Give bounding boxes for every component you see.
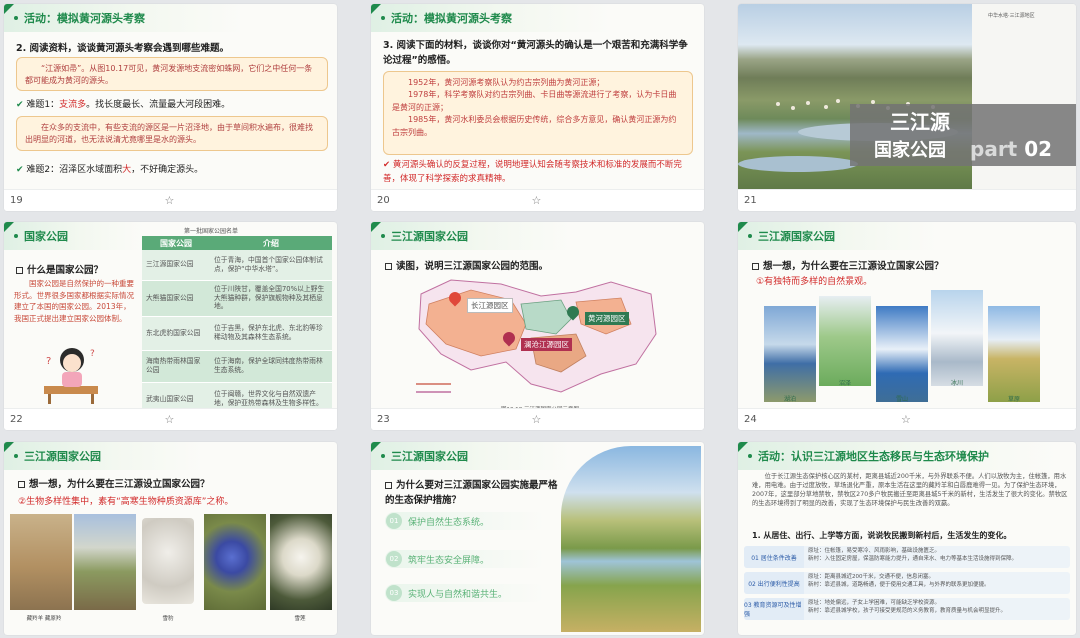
slide-number: 19 [10, 195, 23, 206]
photo-label: 草原 [1007, 396, 1020, 403]
slide-27[interactable]: 活动：认识三江源地区生态移民与生态环境保护 位于长江源生态保护核心区的某村，距离… [738, 442, 1076, 635]
checkbox-icon [385, 482, 392, 489]
table-row: 大熊猫国家公园 位于川陕甘，覆盖全国70%以上野生大熊猫种群，保护旗舰物种及其栖息… [142, 280, 332, 317]
photo-snow-lotus [270, 514, 332, 610]
photo-marsh [819, 296, 871, 386]
svg-text:?: ? [90, 349, 95, 359]
slide-number: 21 [744, 195, 757, 206]
answer: ①有独特而多样的自然景观。 [756, 277, 873, 287]
slide-24[interactable]: 三江源国家公园 想一想，为什么要在三江源设立国家公园？ ①有独特而多样的自然景观… [738, 222, 1076, 430]
photo-glacier [931, 290, 983, 386]
photo-snow-leopard [142, 518, 194, 604]
table-row: 东北虎豹国家公园 位于吉黑，保护东北虎、东北豹等珍稀动物及其森林生态系统。 [142, 316, 332, 351]
slide-number: 20 [377, 195, 390, 206]
checkbox-icon [18, 481, 25, 488]
slide-title: 活动：模拟黄河源头考察 [371, 4, 611, 32]
question: 想一想，为什么要在三江源设立国家公园？ [752, 258, 944, 272]
table-row: 海南热带雨林国家公园 位于海南，保护全球同纬度热带雨林生态系统。 [142, 350, 332, 383]
answer: ②生物多样性集中，素有“高寒生物种质资源库”之称。 [18, 497, 234, 507]
national-park-table: 国家公园 介绍 三江源国家公园 位于青海，中国首个国家公园体制试点，保护“中华水塔”… [142, 236, 332, 417]
slide-20[interactable]: 活动：模拟黄河源头考察 3. 阅读下面的材料，谈谈你对“黄河源头的确认是一个艰苦… [371, 4, 704, 211]
slide-26[interactable]: 三江源国家公园 为什么要对三江源国家公园实施最严格的生态保护措施？ 01 保护自然… [371, 442, 704, 635]
change-row: 03 教育资源可及性增强 原址：地处偏远，子女上学困难，可能缺乏学校资源。 新村：靠… [744, 598, 1070, 620]
slide-number: 22 [10, 414, 23, 425]
photo-wild-horses [74, 514, 136, 610]
material-box: 1952年，黄河河源考察队认为约古宗列曲为黄河正源； 1978年，科学考察队对约… [383, 71, 693, 155]
photo-label: 湖泊 [783, 396, 796, 403]
label-changjiang: 长江源园区 [467, 298, 513, 313]
student-cartoon: ?? [38, 342, 108, 404]
star-icon[interactable]: ☆ [532, 413, 542, 426]
slide-23[interactable]: 三江源国家公园 读图，说明三江源国家公园的范围。 长江源园区 黄河源园区 澜沧江… [371, 222, 704, 430]
photo-label: 冰川 [950, 380, 963, 387]
photo-label: 雪山 [895, 396, 908, 403]
photo-label: 藏羚羊 藏原羚 [26, 616, 62, 622]
star-icon[interactable]: ☆ [532, 194, 542, 207]
star-icon[interactable]: ☆ [901, 413, 911, 426]
question: 读图，说明三江源国家公园的范围。 [385, 258, 548, 272]
photo-antelope [10, 514, 72, 610]
question: 3. 阅读下面的材料，谈谈你对“黄河源头的确认是一个艰苦和充满科学争论过程”的感… [383, 40, 688, 67]
question: 为什么要对三江源国家公园实施最严格的生态保护措施？ [385, 480, 558, 507]
label-lancangjiang: 澜沧江源园区 [521, 338, 572, 351]
change-row: 01 居住条件改善 原址：住帐篷，易受寒冷、风雨影响，基础设施匮乏。 新村：入住固定… [744, 546, 1070, 568]
title-line-2: 国家公园 [874, 140, 946, 161]
material-box: 在众多的支流中，有些支流的源区是一片沼泽地，由于草间积水遍布，很难找出明显的河道… [16, 116, 328, 151]
check-icon: ✔ [16, 165, 24, 175]
insight-text: ✔ 黄河源头确认的反复过程，说明地理认知会随考察技术和标准的发展而不断完善，体现… [383, 160, 682, 184]
photo-label: 雪莲 [294, 616, 306, 622]
question: 2. 阅读资料，谈谈黄河源头考察会遇到哪些难题。 [16, 43, 230, 54]
question: 想一想，为什么要在三江源设立国家公园？ [18, 476, 210, 490]
slide-22[interactable]: 国家公园 什么是国家公园？ 国家公园是自然保护的一种重要形式。世界很多国家都根据… [4, 222, 337, 430]
difficulty-2: ✔ 难题2：沼泽区水域面积大，不好确定源头。 [16, 165, 204, 175]
photo-label: 雪豹 [162, 616, 174, 622]
part-label: part 02 [970, 137, 1053, 161]
slide-title: 国家公园 [4, 222, 144, 250]
measure-item: 03 实现人与自然和谐共生。 [385, 584, 545, 602]
difficulty-1: ✔ 难题1：支流多。找长度最长、流量最大河段困难。 [16, 100, 231, 110]
slide-21[interactable]: 中华水塔·三江源地区 三江源 国家公园 part 02 21 [738, 4, 1076, 211]
title-line-1: 三江源 [890, 110, 950, 134]
checkbox-icon [16, 267, 23, 274]
star-icon[interactable]: ☆ [165, 413, 175, 426]
change-row: 02 出行便利性提高 原址：距离县城近200千米，交通不便，信息闭塞。 新村：靠近县… [744, 572, 1070, 594]
checkbox-icon [385, 263, 392, 270]
photo-label: 沼泽 [838, 380, 851, 387]
park-map [411, 274, 661, 400]
material-box: “江源如帚”。从图10.17可见，黄河发源地支流密如蛛网，它们之中任何一条都可能… [16, 57, 328, 91]
slide-number: 23 [377, 414, 390, 425]
photo-lake [764, 306, 816, 402]
slide-19[interactable]: 活动：模拟黄河源头考察 2. 阅读资料，谈谈黄河源头考察会遇到哪些难题。 “江源… [4, 4, 337, 211]
header-tag: 中华水塔·三江源地区 [988, 13, 1035, 19]
slide-title: 三江源国家公园 [4, 442, 204, 470]
table-row: 三江源国家公园 位于青海，中国首个国家公园体制试点，保护“中华水塔”。 [142, 250, 332, 281]
photo-flower [204, 514, 266, 610]
svg-text:?: ? [46, 356, 51, 367]
photo-grassland [988, 306, 1040, 402]
slide-25[interactable]: 三江源国家公园 想一想，为什么要在三江源设立国家公园？ ②生物多样性集中，素有“… [4, 442, 337, 635]
checkbox-icon [752, 263, 759, 270]
measure-item: 02 筑牢生态安全屏障。 [385, 550, 545, 568]
check-icon: ✔ [16, 100, 24, 110]
question: 1. 从居住、出行、上学等方面，说说牧民搬到新村后，生活发生的变化。 [752, 531, 1012, 540]
material-text: 位于长江源生态保护核心区的某村，距离县城近200千米，与外界联系不便。人们以放牧… [752, 473, 1068, 508]
photo-snow-mountain [876, 306, 928, 402]
slide-number: 24 [744, 414, 757, 425]
slide-title: 活动：模拟黄河源头考察 [4, 4, 244, 32]
slide-title: 三江源国家公园 [371, 442, 571, 470]
table-caption: 第一批国家公园名单 [184, 228, 239, 235]
star-icon[interactable]: ☆ [165, 194, 175, 207]
label-huanghe: 黄河源园区 [585, 312, 629, 325]
slide-title: 三江源国家公园 [738, 222, 938, 250]
measure-item: 01 保护自然生态系统。 [385, 512, 545, 530]
slide-title: 三江源国家公园 [371, 222, 571, 250]
slide-title: 活动：认识三江源地区生态移民与生态环境保护 [738, 442, 1058, 470]
question: 什么是国家公园？ [16, 262, 103, 276]
wetland-photo [561, 446, 701, 632]
check-icon: ✔ [383, 160, 391, 170]
definition-text: 国家公园是自然保护的一种重要形式。世界很多国家都根据实际情况建立了本国的国家公园… [14, 279, 134, 323]
